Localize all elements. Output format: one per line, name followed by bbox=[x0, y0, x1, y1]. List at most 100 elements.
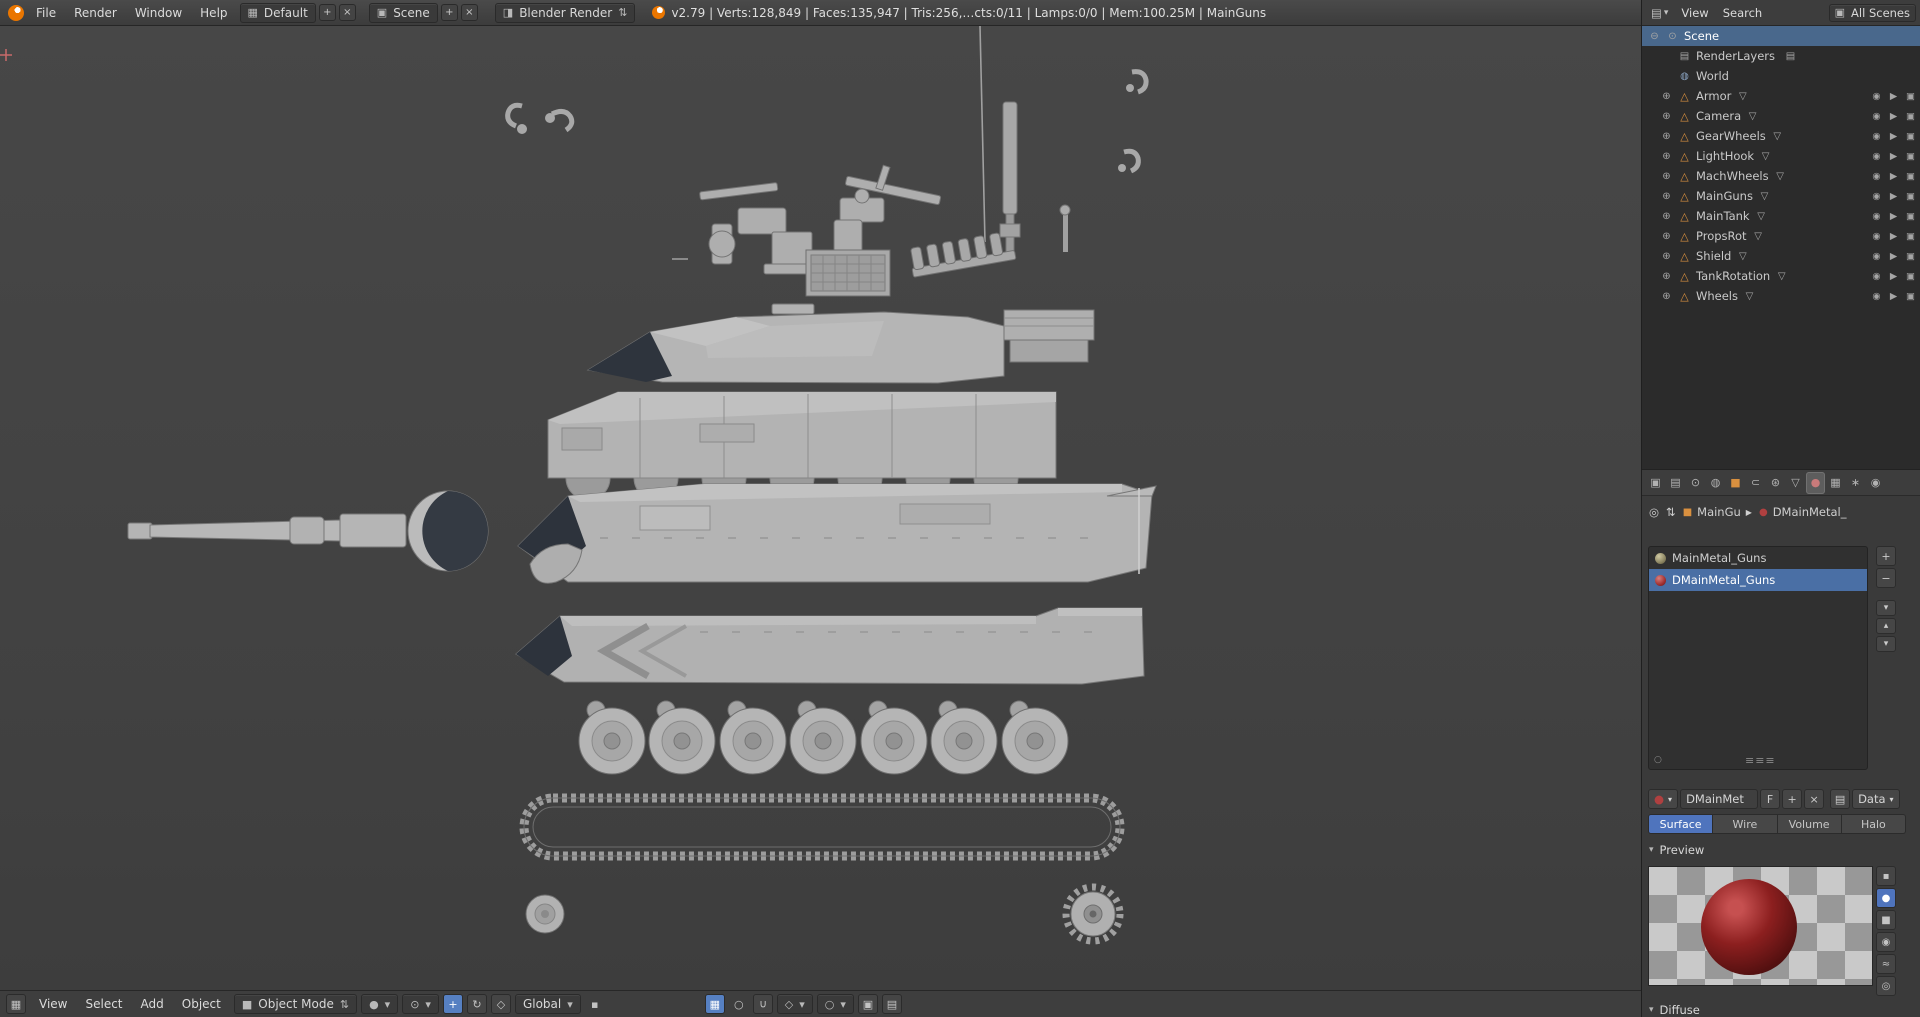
visibility-eye-icon[interactable]: ◉ bbox=[1871, 251, 1882, 262]
slot-move-down-button[interactable]: ▾ bbox=[1876, 636, 1896, 652]
render-restrict-icon[interactable]: ▣ bbox=[1905, 151, 1916, 162]
lock-to-scene-button[interactable]: ○ bbox=[729, 994, 749, 1014]
viewport-menu-item[interactable]: Select bbox=[76, 997, 131, 1011]
outliner-scene-row[interactable]: ⊖ ⊙ Scene bbox=[1642, 26, 1920, 46]
visibility-eye-icon[interactable]: ◉ bbox=[1871, 91, 1882, 102]
orientation-selector[interactable]: Global ▾ bbox=[514, 994, 581, 1014]
outliner-scope-selector[interactable]: ▣ All Scenes bbox=[1828, 3, 1916, 22]
menu-item[interactable]: Help bbox=[191, 6, 236, 20]
visibility-eye-icon[interactable]: ◉ bbox=[1871, 171, 1882, 182]
selectability-arrow-icon[interactable]: ▶ bbox=[1888, 111, 1899, 122]
expand-icon[interactable]: ⊕ bbox=[1660, 291, 1673, 302]
outliner-object-row[interactable]: ⊕ △ MachWheels ▽ ◉ ▶ ▣ bbox=[1642, 166, 1920, 186]
add-slot-button[interactable]: + bbox=[1876, 546, 1896, 566]
tab-modifiers[interactable]: ⊛ bbox=[1766, 472, 1785, 494]
render-engine-selector[interactable]: ◨ Blender Render ⇅ bbox=[494, 2, 636, 23]
pivot-selector[interactable]: ⊙ ▾ bbox=[402, 994, 439, 1014]
visibility-eye-icon[interactable]: ◉ bbox=[1871, 231, 1882, 242]
material-slot-1[interactable]: DMainMetal_Guns bbox=[1649, 569, 1867, 591]
selectability-arrow-icon[interactable]: ▶ bbox=[1888, 191, 1899, 202]
breadcrumb-material[interactable]: ● DMainMetal_ bbox=[1759, 505, 1847, 519]
list-resize-grip[interactable]: ○ ≡≡≡ bbox=[1649, 754, 1867, 767]
viewport-menu-item[interactable]: View bbox=[30, 997, 76, 1011]
expand-icon[interactable]: ⊕ bbox=[1660, 191, 1673, 202]
tab-particles[interactable]: ∗ bbox=[1846, 472, 1865, 494]
remove-slot-button[interactable]: − bbox=[1876, 568, 1896, 588]
fake-user-button[interactable]: F bbox=[1760, 789, 1781, 809]
menu-item[interactable]: File bbox=[27, 6, 65, 20]
snap-magnet-button[interactable]: ∩ bbox=[752, 994, 773, 1014]
mode-selector[interactable]: ■ Object Mode ⇅ bbox=[233, 994, 358, 1014]
selectability-arrow-icon[interactable]: ▶ bbox=[1888, 271, 1899, 282]
scene-selector[interactable]: ▣ Scene bbox=[368, 2, 438, 23]
delete-layout-button[interactable]: × bbox=[338, 4, 356, 21]
selectability-arrow-icon[interactable]: ▶ bbox=[1888, 211, 1899, 222]
outliner-object-row[interactable]: ⊕ △ Armor ▽ ◉ ▶ ▣ bbox=[1642, 86, 1920, 106]
collapse-icon[interactable]: ⊖ bbox=[1648, 31, 1661, 42]
selectability-arrow-icon[interactable]: ▶ bbox=[1888, 291, 1899, 302]
outliner-object-row[interactable]: ⊕ △ Shield ▽ ◉ ▶ ▣ bbox=[1642, 246, 1920, 266]
render-restrict-icon[interactable]: ▣ bbox=[1905, 131, 1916, 142]
outliner-object-row[interactable]: ⊕ △ PropsRot ▽ ◉ ▶ ▣ bbox=[1642, 226, 1920, 246]
expand-icon[interactable]: ⊕ bbox=[1660, 211, 1673, 222]
tab-scene[interactable]: ⊙ bbox=[1686, 472, 1705, 494]
material-slot-0[interactable]: MainMetal_Guns bbox=[1649, 547, 1867, 569]
tab-render-layers[interactable]: ▤ bbox=[1666, 472, 1685, 494]
selectability-arrow-icon[interactable]: ▶ bbox=[1888, 91, 1899, 102]
selectability-arrow-icon[interactable]: ▶ bbox=[1888, 171, 1899, 182]
expand-icon[interactable]: ⊕ bbox=[1660, 271, 1673, 282]
visibility-eye-icon[interactable]: ◉ bbox=[1871, 151, 1882, 162]
screen-layout-selector[interactable]: ▦ Default bbox=[239, 2, 316, 23]
visibility-eye-icon[interactable]: ◉ bbox=[1871, 271, 1882, 282]
preview-cube-button[interactable]: ■ bbox=[1876, 910, 1896, 930]
diffuse-panel-header[interactable]: ▾ Diffuse bbox=[1642, 1000, 1920, 1017]
slot-move-up-button[interactable]: ▴ bbox=[1876, 618, 1896, 634]
tab-data[interactable]: ▽ bbox=[1786, 472, 1805, 494]
outliner-object-row[interactable]: ⊕ △ TankRotation ▽ ◉ ▶ ▣ bbox=[1642, 266, 1920, 286]
selectability-arrow-icon[interactable]: ▶ bbox=[1888, 131, 1899, 142]
outliner-editor-type-button[interactable]: ▤ ▾ bbox=[1647, 4, 1672, 22]
snap-element-selector[interactable]: ◇ ▾ bbox=[776, 994, 813, 1014]
expand-icon[interactable]: ⊕ bbox=[1660, 151, 1673, 162]
expand-icon[interactable]: ⊕ bbox=[1660, 131, 1673, 142]
type-volume-button[interactable]: Volume bbox=[1777, 814, 1842, 834]
render-restrict-icon[interactable]: ▣ bbox=[1905, 271, 1916, 282]
selectability-arrow-icon[interactable]: ▶ bbox=[1888, 231, 1899, 242]
render-restrict-icon[interactable]: ▣ bbox=[1905, 91, 1916, 102]
tab-physics[interactable]: ◉ bbox=[1866, 472, 1885, 494]
outliner-view-menu[interactable]: View bbox=[1676, 6, 1713, 20]
breadcrumb-object[interactable]: ■ MainGu ▶ bbox=[1683, 505, 1752, 519]
preview-panel-header[interactable]: ▾ Preview bbox=[1642, 840, 1920, 860]
outliner-object-row[interactable]: ⊕ △ GearWheels ▽ ◉ ▶ ▣ bbox=[1642, 126, 1920, 146]
tab-object[interactable]: ■ bbox=[1726, 472, 1745, 494]
proportional-edit-selector[interactable]: ○ ▾ bbox=[816, 994, 854, 1014]
tab-render[interactable]: ▣ bbox=[1646, 472, 1665, 494]
type-surface-button[interactable]: Surface bbox=[1648, 814, 1714, 834]
manipulator-translate-button[interactable]: + bbox=[442, 994, 463, 1014]
render-restrict-icon[interactable]: ▣ bbox=[1905, 211, 1916, 222]
slot-specials-button[interactable]: ▾ bbox=[1876, 600, 1896, 616]
visibility-eye-icon[interactable]: ◉ bbox=[1871, 291, 1882, 302]
preview-hair-button[interactable]: ≈ bbox=[1876, 954, 1896, 974]
nodes-button[interactable]: ▤ bbox=[1830, 789, 1851, 809]
render-restrict-icon[interactable]: ▣ bbox=[1905, 171, 1916, 182]
tab-world[interactable]: ◍ bbox=[1706, 472, 1725, 494]
outliner-object-row[interactable]: ⊕ △ MainGuns ▽ ◉ ▶ ▣ bbox=[1642, 186, 1920, 206]
opengl-render-button[interactable]: ▣ bbox=[857, 994, 878, 1014]
viewport-menu-item[interactable]: Add bbox=[132, 997, 173, 1011]
outliner-world-row[interactable]: ◍ World bbox=[1642, 66, 1920, 86]
outliner-object-row[interactable]: ⊕ △ Camera ▽ ◉ ▶ ▣ bbox=[1642, 106, 1920, 126]
pin-icon[interactable]: ◎ bbox=[1649, 505, 1659, 519]
selectability-arrow-icon[interactable]: ▶ bbox=[1888, 151, 1899, 162]
outliner-object-row[interactable]: ⊕ △ Wheels ▽ ◉ ▶ ▣ bbox=[1642, 286, 1920, 306]
menu-item[interactable]: Window bbox=[126, 6, 191, 20]
material-link-selector[interactable]: Data ▾ bbox=[1852, 789, 1900, 809]
unlink-material-button[interactable]: × bbox=[1804, 789, 1825, 809]
expand-icon[interactable]: ⊕ bbox=[1660, 91, 1673, 102]
render-restrict-icon[interactable]: ▣ bbox=[1905, 251, 1916, 262]
visibility-eye-icon[interactable]: ◉ bbox=[1871, 131, 1882, 142]
layer-single-icon[interactable]: ▪ bbox=[585, 994, 605, 1014]
context-switch-icon[interactable]: ⇅ bbox=[1666, 505, 1676, 519]
preview-world-button[interactable]: ◎ bbox=[1876, 976, 1896, 996]
visibility-eye-icon[interactable]: ◉ bbox=[1871, 111, 1882, 122]
